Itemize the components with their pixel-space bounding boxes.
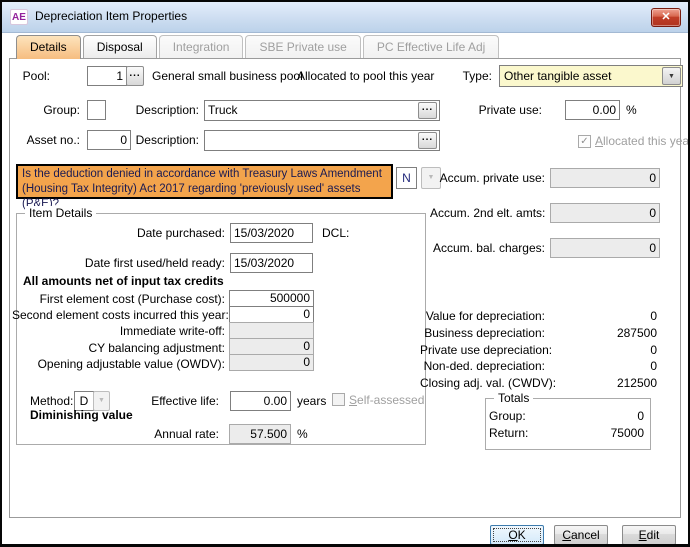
close-icon[interactable]: ✕	[651, 8, 681, 27]
description1-label: Description:	[132, 103, 199, 117]
totals-group-title: Totals	[494, 391, 533, 405]
date-purchased-input[interactable]: 15/03/2020	[230, 223, 313, 243]
cy-balancing-adjustment-label: CY balancing adjustment:	[12, 341, 225, 355]
description1-input[interactable]: Truck	[204, 100, 440, 121]
description1-browse-button[interactable]: ...	[418, 102, 437, 119]
value-for-depreciation-label: Value for depreciation:	[420, 309, 545, 323]
accum-private-use-field: 0	[550, 168, 660, 188]
pool-allocated-text: Allocated to pool this year	[297, 69, 434, 83]
annual-rate-unit: %	[297, 427, 308, 441]
tab-strip: Details Disposal Integration SBE Private…	[16, 35, 501, 59]
date-first-used-label: Date first used/held ready:	[56, 256, 225, 270]
effective-life-input[interactable]: 0.00	[230, 391, 291, 411]
pool-label: Pool:	[8, 69, 50, 83]
second-element-costs-label: Second element costs incurred this year:	[12, 308, 225, 322]
first-element-cost-input[interactable]: 500000	[229, 290, 314, 307]
effective-life-unit: years	[297, 394, 326, 408]
closing-adj-val-label: Closing adj. val. (CWDV):	[420, 376, 545, 390]
totals-return-label: Return:	[489, 426, 522, 440]
description2-browse-button[interactable]: ...	[418, 132, 437, 149]
cancel-button[interactable]: Cancel	[554, 525, 608, 545]
totals-return-value: 75000	[558, 426, 644, 440]
pool-name-text: General small business pool	[152, 69, 303, 83]
totals-groupbox: Totals	[485, 398, 651, 450]
app-icon: AE	[10, 9, 28, 25]
net-amounts-note: All amounts net of input tax credits	[23, 274, 224, 288]
tab-sbe-private-use: SBE Private use	[245, 35, 360, 58]
effective-life-label: Effective life:	[122, 394, 219, 408]
pool-browse-button[interactable]: ...	[126, 66, 144, 86]
accum-2nd-elt-amts-field: 0	[550, 203, 660, 223]
accum-bal-charges-label: Accum. bal. charges:	[430, 241, 545, 255]
deduction-denied-answer-input[interactable]: N	[396, 167, 417, 189]
immediate-write-off-label: Immediate write-off:	[12, 324, 225, 338]
second-element-costs-input[interactable]: 0	[229, 306, 314, 323]
immediate-write-off-field	[229, 322, 314, 339]
accum-private-use-label: Accum. private use:	[430, 171, 545, 185]
pool-input[interactable]: 1	[87, 66, 127, 86]
allocated-this-year-checkbox: ✓	[578, 135, 591, 148]
non-ded-depreciation-label: Non-ded. depreciation:	[420, 359, 545, 373]
private-use-label: Private use:	[450, 103, 542, 117]
date-first-used-input[interactable]: 15/03/2020	[230, 253, 313, 273]
method-label: Method:	[30, 394, 73, 408]
asset-no-input[interactable]: 0	[87, 130, 131, 150]
value-for-depreciation-value: 0	[572, 309, 657, 323]
business-depreciation-label: Business depreciation:	[420, 326, 545, 340]
closing-adj-val-value: 212500	[572, 376, 657, 390]
type-dropdown-arrow-icon[interactable]: ▼	[662, 67, 681, 85]
title-bar: AE Depreciation Item Properties ✕	[2, 2, 688, 33]
annual-rate-label: Annual rate:	[122, 427, 219, 441]
accum-bal-charges-field: 0	[550, 238, 660, 258]
private-use-unit: %	[626, 103, 637, 117]
non-ded-depreciation-value: 0	[572, 359, 657, 373]
description2-label: Description:	[132, 133, 199, 147]
date-purchased-label: Date purchased:	[62, 226, 225, 240]
private-use-input[interactable]: 0.00	[565, 100, 620, 120]
allocated-this-year-checkbox-label: Allocated this year	[595, 134, 690, 148]
description2-input[interactable]	[204, 130, 440, 151]
totals-group-value: 0	[558, 409, 644, 423]
item-details-group-title: Item Details	[25, 206, 96, 220]
ok-button[interactable]: OK	[490, 525, 544, 545]
first-element-cost-label: First element cost (Purchase cost):	[12, 292, 225, 306]
private-use-depreciation-label: Private use depreciation:	[420, 343, 545, 357]
business-depreciation-value: 287500	[572, 326, 657, 340]
group-input[interactable]	[87, 100, 106, 120]
type-label: Type:	[456, 69, 492, 83]
tab-details[interactable]: Details	[16, 35, 81, 59]
self-assessed-checkbox-label: Self-assessed	[349, 393, 424, 407]
question-line1: Is the deduction denied in accordance wi…	[22, 167, 387, 182]
tab-pc-effective-life-adj: PC Effective Life Adj	[363, 35, 500, 58]
private-use-depreciation-value: 0	[572, 343, 657, 357]
group-label: Group:	[30, 103, 80, 117]
opening-adjustable-value-field: 0	[229, 354, 314, 371]
type-selected-value: Other tangible asset	[504, 69, 611, 83]
accum-2nd-elt-amts-label: Accum. 2nd elt. amts:	[430, 206, 545, 220]
totals-group-label: Group:	[489, 409, 522, 423]
dcl-label: DCL:	[322, 226, 349, 240]
opening-adjustable-value-label: Opening adjustable value (OWDV):	[12, 357, 225, 371]
method-name-text: Diminishing value	[30, 408, 133, 422]
type-select[interactable]: Other tangible asset ▼	[499, 65, 683, 87]
depreciation-item-properties-dialog: AE Depreciation Item Properties ✕ Detail…	[0, 0, 690, 547]
tab-disposal[interactable]: Disposal	[83, 35, 157, 58]
dialog-title: Depreciation Item Properties	[35, 2, 187, 31]
cy-balancing-adjustment-field: 0	[229, 338, 314, 355]
asset-no-label: Asset no.:	[22, 133, 80, 147]
annual-rate-field: 57.500	[229, 424, 291, 444]
edit-button[interactable]: Edit	[622, 525, 676, 545]
tab-integration: Integration	[159, 35, 244, 58]
self-assessed-checkbox	[332, 393, 345, 406]
deduction-denied-question: Is the deduction denied in accordance wi…	[16, 164, 393, 199]
